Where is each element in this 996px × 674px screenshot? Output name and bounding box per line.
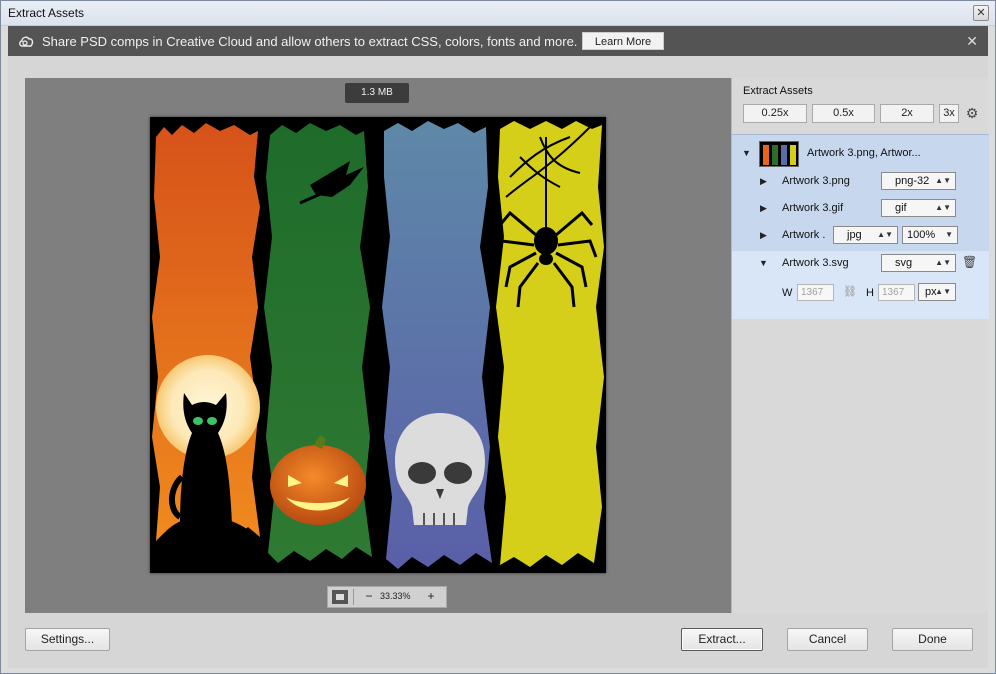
- zoom-in-button[interactable]: +: [424, 590, 438, 604]
- zoom-out-button[interactable]: −: [362, 590, 376, 604]
- window-title: Extract Assets: [8, 6, 85, 20]
- zoom-controls: − 33.33% +: [327, 586, 447, 608]
- height-input[interactable]: 1367: [878, 284, 915, 301]
- format-select[interactable]: svg ▲▼: [881, 254, 956, 272]
- format-select[interactable]: png-32 ▲▼: [881, 172, 956, 190]
- asset-name[interactable]: Artwork 3.svg: [782, 257, 849, 269]
- banner-close-icon[interactable]: ✕: [966, 33, 978, 50]
- asset-collapse-icon[interactable]: ▼: [759, 258, 768, 268]
- asset-name[interactable]: Artwork .: [782, 229, 825, 241]
- trash-icon[interactable]: 🗑: [962, 255, 977, 269]
- asset-expand-icon[interactable]: ▶: [760, 203, 767, 214]
- fit-to-view-icon[interactable]: [332, 590, 348, 604]
- extract-assets-window: Extract Assets ✕ Share PSD comps in Crea…: [0, 0, 996, 674]
- unit-select[interactable]: px ▲▼: [918, 283, 956, 301]
- width-input[interactable]: 1367: [797, 284, 834, 301]
- asset-expand-icon[interactable]: ▶: [760, 230, 767, 241]
- asset-group: ▼ Artwork 3.png, Artwor... ▶ Artwork 3.p…: [732, 134, 989, 319]
- height-label: H: [866, 287, 874, 299]
- halloween-artwork-image: [150, 117, 606, 573]
- artwork-preview: [150, 117, 606, 573]
- panel-header: Extract Assets: [743, 85, 813, 97]
- extract-button[interactable]: Extract...: [681, 628, 763, 651]
- link-icon[interactable]: ⛓: [843, 285, 857, 298]
- format-select[interactable]: gif ▲▼: [881, 199, 956, 217]
- done-button[interactable]: Done: [892, 628, 973, 651]
- scale-button-3x[interactable]: 3x: [939, 104, 959, 123]
- dialog-body: Share PSD comps in Creative Cloud and al…: [8, 26, 989, 668]
- creative-cloud-icon: [19, 36, 34, 47]
- cancel-button[interactable]: Cancel: [787, 628, 868, 651]
- title-bar: Extract Assets ✕: [1, 1, 995, 26]
- window-close-button[interactable]: ✕: [973, 5, 989, 21]
- asset-expand-icon[interactable]: ▶: [760, 176, 767, 187]
- scale-button-0-5x[interactable]: 0.5x: [812, 104, 875, 123]
- assets-panel: Extract Assets 0.25x 0.5x 2x 3x ⚙ ▼ Artw…: [731, 78, 989, 613]
- format-select[interactable]: jpg ▲▼: [833, 226, 898, 244]
- cc-banner: Share PSD comps in Creative Cloud and al…: [8, 26, 988, 56]
- learn-more-button[interactable]: Learn More: [582, 32, 664, 50]
- asset-name[interactable]: Artwork 3.gif: [782, 202, 843, 214]
- gear-icon[interactable]: ⚙: [964, 105, 980, 121]
- group-title: Artwork 3.png, Artwor...: [807, 147, 921, 159]
- zoom-divider: [353, 589, 354, 605]
- quality-select[interactable]: 100% ▼: [902, 226, 958, 244]
- preview-canvas[interactable]: 1.3 MB − 33.33% +: [25, 78, 731, 613]
- scale-button-2x[interactable]: 2x: [880, 104, 934, 123]
- file-size-badge: 1.3 MB: [345, 83, 409, 103]
- group-expand-triangle-icon[interactable]: ▼: [742, 148, 751, 158]
- scale-button-0-25x[interactable]: 0.25x: [743, 104, 807, 123]
- group-thumbnail: [759, 141, 799, 167]
- width-label: W: [782, 287, 793, 299]
- banner-message: Share PSD comps in Creative Cloud and al…: [42, 34, 578, 49]
- settings-button[interactable]: Settings...: [25, 628, 110, 651]
- asset-name[interactable]: Artwork 3.png: [782, 175, 850, 187]
- zoom-level: 33.33%: [380, 591, 411, 601]
